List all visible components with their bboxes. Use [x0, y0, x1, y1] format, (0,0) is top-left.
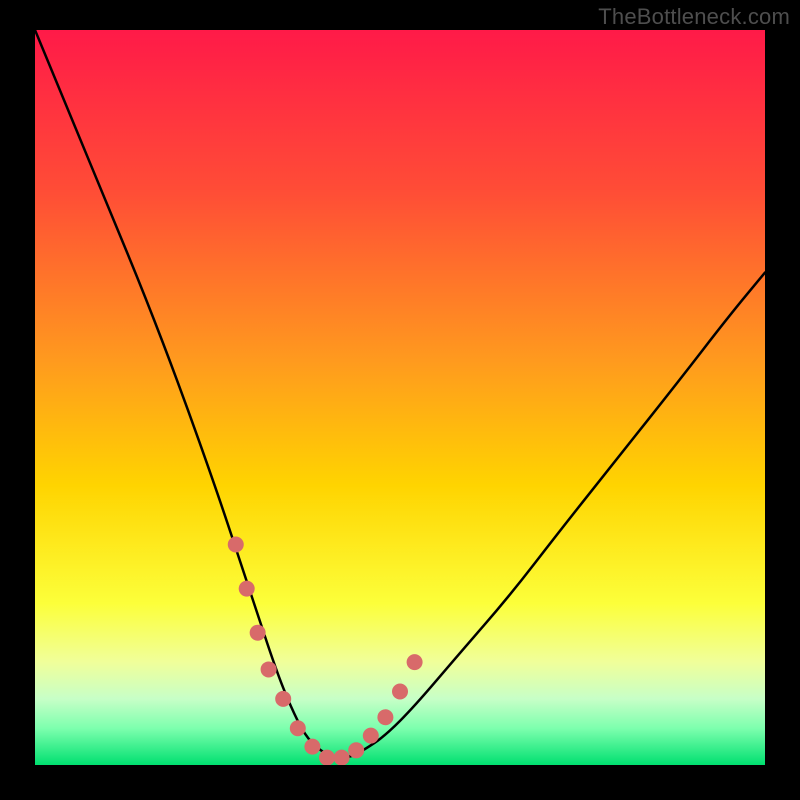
accent-dot: [348, 742, 364, 758]
accent-dots: [228, 537, 423, 766]
bottleneck-curve: [35, 30, 765, 758]
accent-dot: [239, 581, 255, 597]
watermark-text: TheBottleneck.com: [598, 4, 790, 30]
accent-dot: [290, 720, 306, 736]
accent-dot: [304, 739, 320, 755]
accent-dot: [261, 661, 277, 677]
accent-dot: [275, 691, 291, 707]
chart-svg: [35, 30, 765, 765]
accent-dot: [363, 728, 379, 744]
accent-dot: [319, 750, 335, 765]
accent-dot: [392, 684, 408, 700]
plot-area: [35, 30, 765, 765]
chart-frame: TheBottleneck.com: [0, 0, 800, 800]
accent-dot: [377, 709, 393, 725]
accent-dot: [250, 625, 266, 641]
accent-dot: [228, 537, 244, 553]
accent-dot: [334, 750, 350, 765]
accent-dot: [407, 654, 423, 670]
